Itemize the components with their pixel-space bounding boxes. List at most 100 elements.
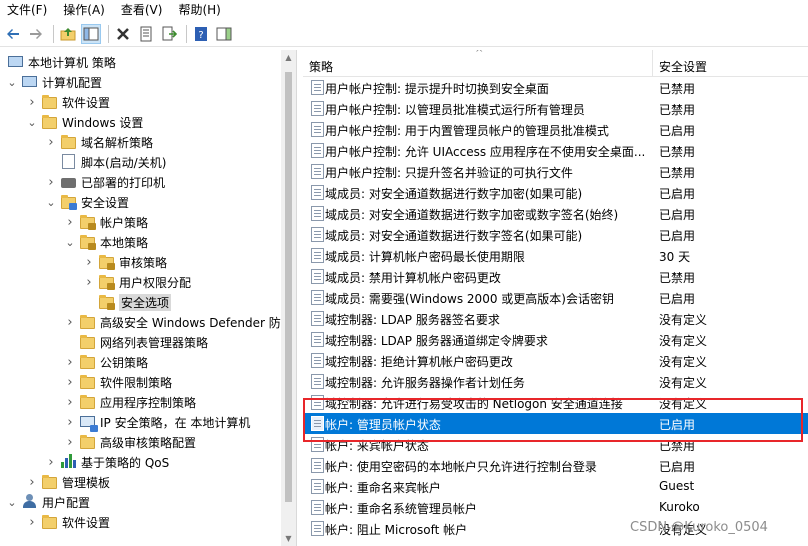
- collapse-chevron-icon[interactable]: ›: [64, 375, 76, 390]
- collapse-chevron-icon[interactable]: ›: [83, 255, 95, 270]
- policy-row[interactable]: 用户帐户控制: 允许 UIAccess 应用程序在不使用安全桌面... 已禁用: [303, 140, 808, 161]
- collapse-chevron-icon[interactable]: ›: [64, 355, 76, 370]
- policy-item-icon: [311, 227, 324, 242]
- folder-icon: [80, 394, 96, 410]
- up-folder-icon[interactable]: [58, 24, 78, 44]
- policy-row[interactable]: 域成员: 对安全通道数据进行数字加密(如果可能) 已启用: [303, 182, 808, 203]
- tree-node[interactable]: › 应用程序控制策略: [64, 392, 196, 412]
- policy-row[interactable]: 帐户: 使用空密码的本地帐户只允许进行控制台登录 已启用: [303, 455, 808, 476]
- policy-name: 用户帐户控制: 以管理员批准模式运行所有管理员: [325, 103, 585, 117]
- delete-icon[interactable]: [113, 24, 133, 44]
- policy-row[interactable]: 帐户: 重命名系统管理员帐户 Kuroko: [303, 497, 808, 518]
- policy-row[interactable]: 域控制器: 允许服务器操作者计划任务 没有定义: [303, 371, 808, 392]
- menu-help[interactable]: 帮助(H): [171, 0, 229, 20]
- policy-name: 域成员: 需要强(Windows 2000 或更高版本)会话密钥: [325, 292, 614, 306]
- tree-node[interactable]: › 帐户策略: [64, 212, 148, 232]
- collapse-chevron-icon[interactable]: ›: [64, 435, 76, 450]
- policy-row[interactable]: 域成员: 对安全通道数据进行数字签名(如果可能) 已启用: [303, 224, 808, 245]
- folder-icon: [80, 374, 96, 390]
- expand-chevron-icon[interactable]: ⌄: [6, 496, 18, 509]
- menu-view[interactable]: 查看(V): [114, 0, 172, 20]
- collapse-chevron-icon[interactable]: ›: [45, 455, 57, 470]
- tree-node[interactable]: › 软件限制策略: [64, 372, 172, 392]
- policy-setting-value: 已禁用: [659, 166, 696, 180]
- tree-node[interactable]: ⌄ 安全设置: [45, 192, 129, 212]
- collapse-chevron-icon[interactable]: ›: [64, 215, 76, 230]
- policy-name: 用户帐户控制: 允许 UIAccess 应用程序在不使用安全桌面...: [325, 145, 646, 159]
- policy-row[interactable]: 帐户: 管理员帐户状态 已启用: [303, 413, 808, 434]
- tree-node[interactable]: › 基于策略的 QoS: [45, 452, 169, 472]
- forward-arrow-icon[interactable]: [26, 24, 46, 44]
- tree-node[interactable]: › 用户权限分配: [83, 272, 191, 292]
- policy-row[interactable]: 帐户: 来宾帐户状态 已禁用: [303, 434, 808, 455]
- column-divider[interactable]: [652, 50, 653, 77]
- tree-node-label: 高级安全 Windows Defender 防: [100, 315, 281, 330]
- properties-icon[interactable]: [136, 24, 156, 44]
- tree-node[interactable]: › 高级安全 Windows Defender 防: [64, 312, 281, 332]
- tree-node[interactable]: › 公钥策略: [64, 352, 148, 372]
- policy-row[interactable]: 用户帐户控制: 只提升签名并验证的可执行文件 已禁用: [303, 161, 808, 182]
- policy-row[interactable]: 域控制器: LDAP 服务器通道绑定令牌要求 没有定义: [303, 329, 808, 350]
- help-icon[interactable]: ?: [191, 24, 211, 44]
- collapse-chevron-icon[interactable]: ›: [26, 515, 38, 530]
- tree-node[interactable]: › 域名解析策略: [45, 132, 153, 152]
- folder-lock-icon: [80, 234, 96, 250]
- tree-scrollbar[interactable]: ▲ ▼: [281, 50, 296, 546]
- policy-row[interactable]: 用户帐户控制: 提示提升时切换到安全桌面 已禁用: [303, 77, 808, 98]
- console-tree: 本地计算机 策略 ⌄ 计算机配置 › 软件设置 ⌄ Windows 设置 › 域名解析策略 脚本(…: [0, 50, 297, 546]
- collapse-chevron-icon[interactable]: ›: [64, 395, 76, 410]
- tree-node-label: 高级审核策略配置: [100, 435, 197, 450]
- tree-node[interactable]: 脚本(启动/关机): [45, 152, 166, 172]
- collapse-chevron-icon[interactable]: ›: [26, 475, 38, 490]
- tree-node[interactable]: › 审核策略: [83, 252, 167, 272]
- collapse-chevron-icon[interactable]: ›: [64, 415, 76, 430]
- show-action-pane-icon[interactable]: [214, 24, 234, 44]
- tree-node[interactable]: 网络列表管理器策略: [64, 332, 208, 352]
- show-hide-tree-icon[interactable]: [81, 23, 101, 44]
- menu-file[interactable]: 文件(F): [0, 0, 56, 20]
- scroll-thumb[interactable]: [285, 72, 292, 502]
- expand-chevron-icon[interactable]: ⌄: [64, 236, 76, 249]
- tree-node[interactable]: 安全选项: [83, 292, 172, 312]
- scroll-up-icon[interactable]: ▲: [281, 50, 296, 65]
- policy-row[interactable]: 域成员: 对安全通道数据进行数字加密或数字签名(始终) 已启用: [303, 203, 808, 224]
- policy-setting-value: 没有定义: [659, 376, 708, 390]
- collapse-chevron-icon[interactable]: ›: [83, 275, 95, 290]
- policy-row[interactable]: 域控制器: 允许进行易受攻击的 Netlogon 安全通道连接 没有定义: [303, 392, 808, 413]
- policy-row[interactable]: 帐户: 重命名来宾帐户 Guest: [303, 476, 808, 497]
- collapse-chevron-icon[interactable]: ›: [45, 175, 57, 190]
- collapse-chevron-icon[interactable]: ›: [64, 315, 76, 330]
- back-arrow-icon[interactable]: [3, 24, 23, 44]
- column-header-policy[interactable]: 策略: [309, 58, 333, 75]
- collapse-chevron-icon[interactable]: ›: [26, 95, 38, 110]
- policy-row[interactable]: 用户帐户控制: 用于内置管理员帐户的管理员批准模式 已启用: [303, 119, 808, 140]
- tree-node[interactable]: › IP 安全策略，在 本地计算机: [64, 412, 250, 432]
- policy-setting-value: 已禁用: [659, 82, 696, 96]
- policy-row[interactable]: 域成员: 禁用计算机帐户密码更改 已禁用: [303, 266, 808, 287]
- tree-node[interactable]: ⌄ 计算机配置: [6, 72, 102, 92]
- column-header-setting[interactable]: 安全设置: [659, 58, 707, 75]
- tree-node[interactable]: 本地计算机 策略: [4, 52, 116, 72]
- policy-row[interactable]: 域成员: 需要强(Windows 2000 或更高版本)会话密钥 已启用: [303, 287, 808, 308]
- expand-chevron-icon[interactable]: ⌄: [6, 76, 18, 89]
- expand-chevron-icon[interactable]: ⌄: [45, 196, 57, 209]
- tree-node[interactable]: ⌄ 用户配置: [6, 492, 90, 512]
- tree-node[interactable]: › 高级审核策略配置: [64, 432, 196, 452]
- policy-row[interactable]: 域控制器: 拒绝计算机帐户密码更改 没有定义: [303, 350, 808, 371]
- policy-row[interactable]: 域成员: 计算机帐户密码最长使用期限 30 天: [303, 245, 808, 266]
- tree-node[interactable]: › 软件设置: [26, 92, 110, 112]
- tree-node-label: 应用程序控制策略: [100, 395, 197, 410]
- tree-node[interactable]: › 软件设置: [26, 512, 110, 532]
- expand-chevron-icon[interactable]: ⌄: [26, 116, 38, 129]
- scroll-down-icon[interactable]: ▼: [281, 531, 296, 546]
- tree-node[interactable]: › 已部署的打印机: [45, 172, 165, 192]
- export-list-icon[interactable]: [159, 24, 179, 44]
- tree-node[interactable]: › 管理模板: [26, 472, 110, 492]
- menu-action[interactable]: 操作(A): [56, 0, 114, 20]
- tree-node[interactable]: ⌄ Windows 设置: [26, 112, 143, 132]
- collapse-chevron-icon[interactable]: ›: [45, 135, 57, 150]
- tree-node[interactable]: ⌄ 本地策略: [64, 232, 148, 252]
- policy-row[interactable]: 用户帐户控制: 以管理员批准模式运行所有管理员 已禁用: [303, 98, 808, 119]
- policy-row[interactable]: 域控制器: LDAP 服务器签名要求 没有定义: [303, 308, 808, 329]
- policy-item-icon: [311, 395, 324, 410]
